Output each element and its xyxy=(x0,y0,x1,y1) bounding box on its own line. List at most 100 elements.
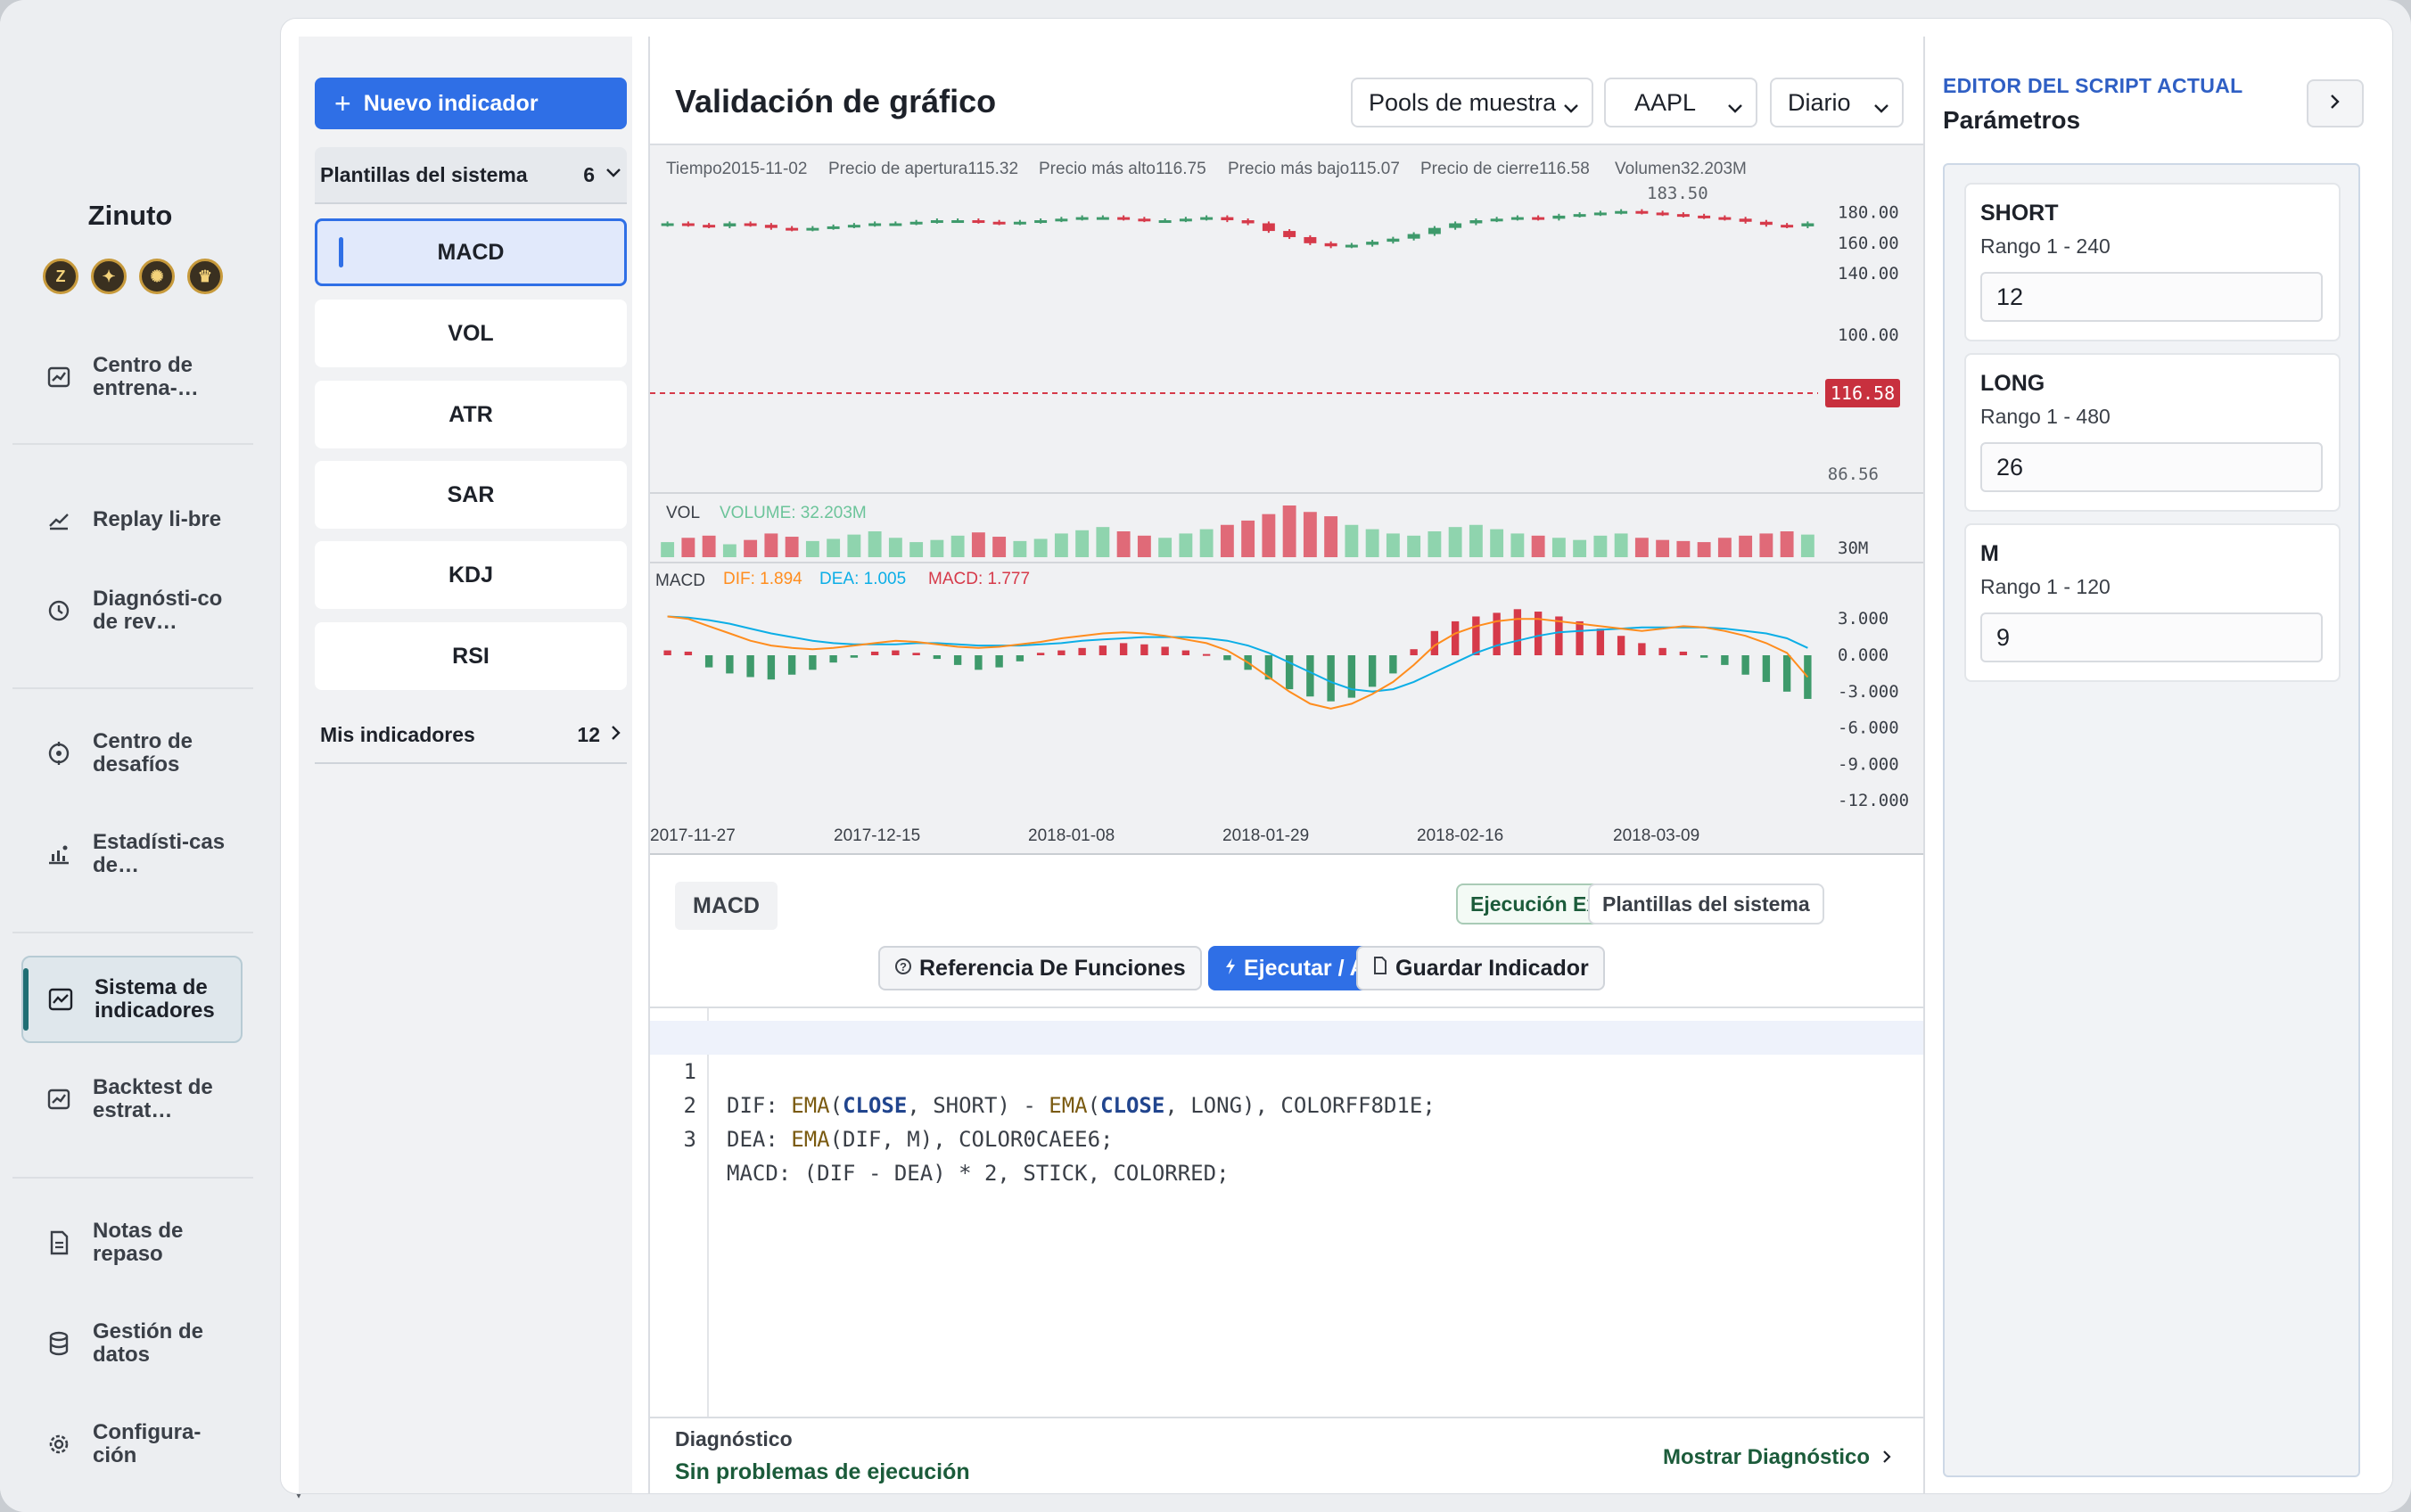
volume-bar xyxy=(1448,527,1462,557)
save-indicator-button[interactable]: Guardar Indicador xyxy=(1356,946,1605,990)
param-long-input[interactable] xyxy=(1980,442,2323,492)
sidebar-item-label: Replay li-bre xyxy=(93,507,222,531)
macd-axis-tick: -12.000 xyxy=(1838,791,1909,810)
candle-body xyxy=(1366,242,1379,245)
macd-bar xyxy=(1576,620,1584,655)
candle-body xyxy=(1656,212,1669,216)
sidebar-item-challenges[interactable]: Centro de desafíos xyxy=(21,710,243,797)
param-short-input[interactable] xyxy=(1980,272,2323,322)
indicator-item-sar[interactable]: SAR xyxy=(315,461,627,529)
sidebar-item-label: Centro de desafíos xyxy=(93,729,193,777)
sidebar-item-indicators[interactable]: Sistema de indicadores xyxy=(21,956,243,1043)
macd-bar xyxy=(1513,609,1522,655)
panel-title: EDITOR DEL SCRIPT ACTUAL xyxy=(1943,74,2243,97)
sidebar-item-training[interactable]: Centro de entrena-… xyxy=(21,333,243,421)
volume-bar xyxy=(1407,535,1421,557)
candle-body xyxy=(1262,223,1275,232)
group-count: 6 xyxy=(583,162,595,186)
candle-body xyxy=(764,225,778,228)
macd-bar xyxy=(892,650,900,655)
indicator-item-rsi[interactable]: RSI xyxy=(315,622,627,690)
macd-bar xyxy=(684,651,693,655)
candle-body xyxy=(909,221,923,225)
parameters-list: SHORT Rango 1 - 240 LONG Rango 1 - 480 M… xyxy=(1943,163,2360,1477)
system-templates-pill[interactable]: Plantillas del sistema xyxy=(1588,883,1824,924)
sidebar-item-data[interactable]: Gestión de datos xyxy=(21,1300,243,1387)
price-axis-tick: 140.00 xyxy=(1838,264,1899,284)
macd-bar xyxy=(850,655,859,658)
collapse-panel-button[interactable] xyxy=(2307,79,2364,127)
candle-body xyxy=(1449,223,1462,228)
indicator-item-macd[interactable]: MACD xyxy=(315,218,627,286)
macd-bar xyxy=(1078,647,1086,655)
chart-area[interactable]: Tiempo2015-11-02 Precio de apertura115.32… xyxy=(650,144,1923,855)
indicator-item-atr[interactable]: ATR xyxy=(315,381,627,448)
candle-body xyxy=(661,223,674,226)
volume-bar xyxy=(1510,533,1525,557)
price-axis-tick: 180.00 xyxy=(1838,202,1899,222)
sidebar-item-stats[interactable]: Estadísti-cas de… xyxy=(21,810,243,898)
param-range: Rango 1 - 120 xyxy=(1980,575,2111,598)
candle-body xyxy=(723,223,736,226)
sidebar-item-notes[interactable]: Notas de repaso xyxy=(21,1199,243,1286)
time-axis-tick: 2017-12-15 xyxy=(834,826,920,845)
sample-pool-select[interactable]: Pools de muestra xyxy=(1351,78,1593,127)
volume-bar xyxy=(1054,533,1068,557)
code-line[interactable]: 2 DEA: EMA(DIF, M), COLOR0CAEE6; xyxy=(650,1055,1923,1152)
volume-bar xyxy=(909,542,924,557)
sidebar-item-settings[interactable]: Configura-ción xyxy=(21,1401,243,1488)
volume-bar xyxy=(764,533,778,557)
macd-bar xyxy=(1596,629,1605,655)
my-indicators-group[interactable]: Mis indicadores 12 xyxy=(315,707,627,764)
code-line[interactable]: 3 MACD: (DIF - DEA) * 2, STICK, COLORRED… xyxy=(650,1089,1923,1186)
indicator-list-panel: + Nuevo indicador Plantillas del sistema… xyxy=(299,37,632,1493)
show-diagnostic-label: Mostrar Diagnóstico xyxy=(1662,1445,1870,1469)
sidebar: Zinuto Z ✦ ✺ ♛ Centro de entrena-… Repla… xyxy=(0,0,260,1512)
info-bar-item: Volumen32.203M xyxy=(1615,160,1747,178)
time-axis-tick: 2017-11-27 xyxy=(650,826,736,845)
database-icon xyxy=(34,1331,84,1356)
volume-bar xyxy=(1262,514,1276,557)
indicator-item-kdj[interactable]: KDJ xyxy=(315,541,627,609)
volume-bar xyxy=(1386,533,1400,557)
code-editor[interactable]: 1 DIF: EMA(CLOSE, SHORT) - EMA(CLOSE, LO… xyxy=(650,1007,1923,1418)
candle-body xyxy=(1034,220,1048,224)
symbol-select[interactable]: AAPL xyxy=(1604,78,1757,127)
candle-body xyxy=(703,225,716,228)
volume-bar xyxy=(744,539,758,557)
period-select[interactable]: Diario xyxy=(1770,78,1904,127)
macd-bar xyxy=(1617,636,1625,655)
macd-bar xyxy=(767,655,776,680)
sidebar-item-backtest[interactable]: Backtest de estrat… xyxy=(21,1056,243,1143)
volume-bar xyxy=(1303,512,1317,557)
volume-bar xyxy=(1137,535,1151,557)
volume-bar xyxy=(1780,531,1794,557)
volume-bar xyxy=(1634,538,1649,557)
candle-body xyxy=(1283,231,1296,237)
time-axis: 2017-11-27 2017-12-15 2018-01-08 2018-01-29… xyxy=(650,826,1699,845)
show-diagnostic-link[interactable]: Mostrar Diagnóstico xyxy=(1663,1445,1891,1470)
candle-body xyxy=(972,220,985,224)
param-card-m: M Rango 1 - 120 xyxy=(1964,523,2341,682)
sidebar-item-replay[interactable]: Replay li-bre xyxy=(21,476,243,563)
indicator-item-vol[interactable]: VOL xyxy=(315,300,627,367)
candle-body xyxy=(951,220,965,224)
price-chart: Tiempo2015-11-02 Precio de apertura115.32… xyxy=(650,160,1923,845)
chevron-right-icon xyxy=(1882,1445,1891,1470)
brand-name: Zinuto xyxy=(87,200,173,231)
volume-bar xyxy=(1199,529,1214,557)
new-indicator-button[interactable]: + Nuevo indicador xyxy=(315,78,627,129)
function-reference-button[interactable]: ? Referencia De Funciones xyxy=(878,946,1202,990)
param-m-input[interactable] xyxy=(1980,612,2323,662)
volume-bar xyxy=(930,539,944,557)
sidebar-item-diagnostic[interactable]: Diagnósti-co de rev… xyxy=(21,567,243,654)
system-templates-group[interactable]: Plantillas del sistema 6 xyxy=(315,147,627,204)
volume-bar xyxy=(1469,524,1483,557)
macd-bar xyxy=(870,651,879,655)
volume-bar xyxy=(1697,542,1711,557)
candle-body xyxy=(1304,236,1317,243)
volume-bar xyxy=(827,538,841,557)
macd-bar xyxy=(1285,655,1294,690)
last-price-label: 116.58 xyxy=(1831,382,1895,404)
code-line[interactable]: 1 DIF: EMA(CLOSE, SHORT) - EMA(CLOSE, LO… xyxy=(650,1021,1923,1118)
